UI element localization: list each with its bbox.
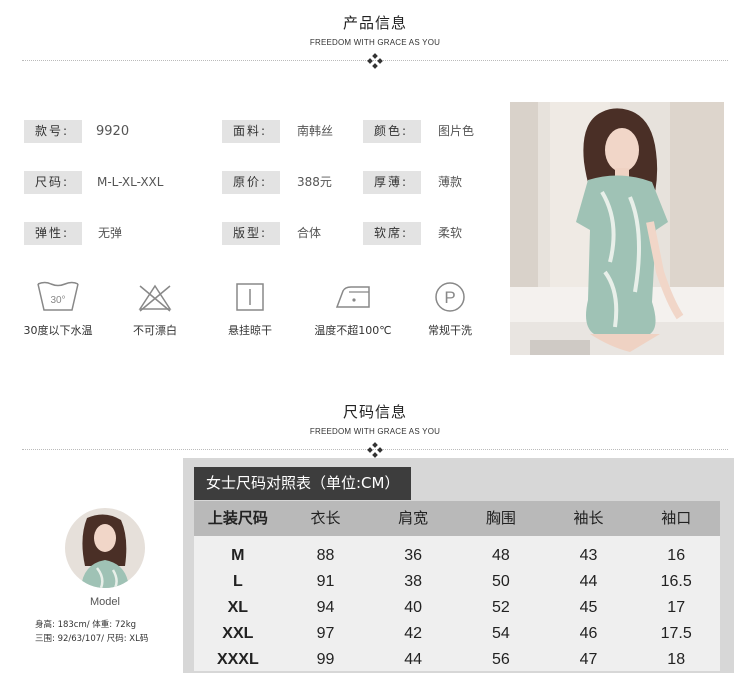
table-row: M 88 36 48 43 16 (194, 543, 720, 569)
attr-label: 面料: (222, 120, 280, 143)
table-cell: XL (227, 599, 249, 616)
care-item: 悬挂晾干 (207, 280, 293, 338)
size-info-subtitle: FREEDOM WITH GRACE AS YOU (309, 427, 441, 436)
svg-text:P: P (444, 288, 455, 307)
model-avatar (65, 508, 145, 588)
size-table-header: 上装尺码 衣长 肩宽 胸围 袖长 袖口 (194, 501, 720, 536)
table-cell: 42 (404, 625, 423, 642)
care-item: 不可漂白 (112, 280, 198, 338)
table-row: XXL 97 42 54 46 17.5 (194, 621, 720, 647)
column-header: 上装尺码 (207, 509, 268, 527)
iron-icon (335, 286, 370, 308)
care-item: 30° 30度以下水温 (15, 280, 101, 338)
model-card: Model (35, 508, 175, 608)
diamond-ornament-icon (367, 442, 383, 458)
table-cell: 56 (491, 651, 510, 668)
size-table-title: 女士尺码对照表（单位:CM） (194, 467, 412, 500)
table-row: XL 94 40 52 45 17 (194, 595, 720, 621)
no-bleach-icon (138, 284, 172, 312)
column-header: 衣长 (310, 509, 341, 527)
table-cell: 36 (404, 547, 423, 564)
attr-label: 软席: (363, 222, 421, 245)
table-cell: XXXL (216, 651, 259, 668)
table-cell: 43 (579, 547, 598, 564)
care-item: P 常规干洗 (407, 280, 493, 338)
table-cell: 88 (316, 547, 335, 564)
attr-value: 图片色 (438, 124, 475, 138)
attr-value: 薄款 (438, 175, 463, 189)
table-cell: 45 (579, 599, 598, 616)
product-photo (510, 102, 724, 355)
hang-dry-icon (236, 283, 264, 311)
table-cell: 54 (491, 625, 510, 642)
attr-label: 版型: (222, 222, 280, 245)
attr-label: 原价: (222, 171, 280, 194)
care-label: 悬挂晾干 (228, 324, 272, 337)
care-item: 温度不超100℃ (310, 280, 396, 338)
table-cell: 52 (491, 599, 510, 616)
table-cell: M (231, 547, 245, 564)
care-label: 30度以下水温 (23, 324, 93, 337)
attr-value: M-L-XL-XXL (97, 175, 164, 189)
table-cell: 48 (491, 547, 510, 564)
size-info-title: 尺码信息 (342, 403, 407, 421)
care-label: 温度不超100℃ (314, 324, 392, 337)
size-table-body: M 88 36 48 43 16 L 91 38 50 44 16.5 XL 9… (194, 536, 720, 671)
table-cell: 91 (316, 573, 335, 590)
attr-label: 弹性: (24, 222, 82, 245)
table-cell: 99 (316, 651, 335, 668)
attr-value: 南韩丝 (297, 124, 334, 138)
attr-value: 无弹 (98, 226, 123, 240)
model-stat: 三围: 92/63/107/ 尺码: XL码 (35, 634, 149, 644)
table-cell: 40 (404, 599, 423, 616)
table-cell: 18 (667, 651, 686, 668)
table-cell: 44 (579, 573, 598, 590)
table-cell: XXL (222, 625, 254, 642)
svg-text:30°: 30° (50, 295, 65, 306)
table-row: XXXL 99 44 56 47 18 (194, 647, 720, 673)
attr-value: 合体 (297, 226, 322, 240)
table-cell: 50 (491, 573, 510, 590)
attr-value: 388元 (297, 175, 332, 189)
table-cell: 94 (316, 599, 335, 616)
dry-clean-icon: P (435, 282, 465, 312)
product-info-header: 产品信息 FREEDOM WITH GRACE AS YOU (0, 12, 750, 47)
table-cell: 17 (667, 599, 686, 616)
attr-label: 厚薄: (363, 171, 421, 194)
column-header: 胸围 (485, 509, 516, 527)
table-cell: 44 (404, 651, 423, 668)
diamond-ornament-icon (367, 53, 383, 69)
table-cell: L (232, 573, 243, 590)
care-label: 不可漂白 (133, 324, 177, 337)
wash-30-icon: 30° (37, 281, 79, 311)
size-table: 女士尺码对照表（单位:CM） 上装尺码 衣长 肩宽 胸围 袖长 袖口 M 88 … (183, 458, 734, 673)
table-cell: 38 (404, 573, 423, 590)
care-label: 常规干洗 (428, 324, 472, 337)
table-cell: 17.5 (660, 625, 692, 642)
table-cell: 47 (579, 651, 598, 668)
product-info-title: 产品信息 (342, 14, 407, 32)
table-cell: 97 (316, 625, 335, 642)
table-cell: 46 (579, 625, 598, 642)
size-info-header: 尺码信息 FREEDOM WITH GRACE AS YOU (0, 401, 750, 436)
column-header: 袖长 (573, 509, 604, 527)
model-name: Model (90, 596, 120, 608)
attr-label: 款号: (24, 120, 82, 143)
column-header: 肩宽 (398, 509, 429, 527)
table-cell: 16 (667, 547, 686, 564)
attr-value: 柔软 (438, 226, 463, 240)
attr-value: 9920 (96, 124, 130, 139)
product-info-subtitle: FREEDOM WITH GRACE AS YOU (309, 38, 441, 47)
table-cell: 16.5 (660, 573, 692, 590)
model-stat: 身高: 183cm/ 体重: 72kg (35, 620, 137, 630)
attr-label: 尺码: (24, 171, 82, 194)
attr-label: 颜色: (363, 120, 421, 143)
column-header: 袖口 (661, 509, 692, 527)
table-row: L 91 38 50 44 16.5 (194, 569, 720, 595)
